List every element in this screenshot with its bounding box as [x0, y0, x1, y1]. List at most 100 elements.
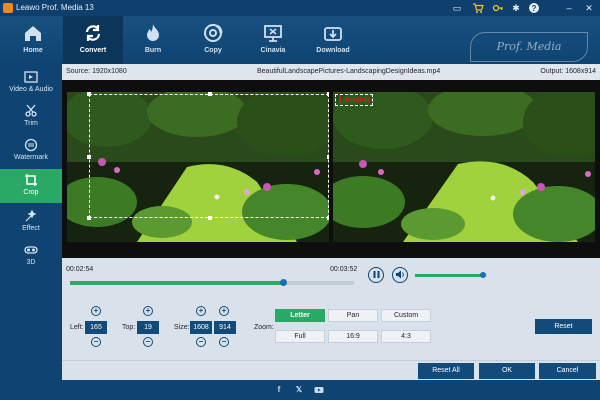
cancel-button[interactable]: Cancel: [539, 363, 596, 379]
left-value-field[interactable]: 165: [85, 321, 107, 334]
crop-handle[interactable]: [208, 216, 212, 220]
crop-handle[interactable]: [87, 216, 91, 220]
tab-convert[interactable]: Convert: [63, 16, 123, 64]
seek-handle[interactable]: [280, 279, 287, 286]
zoom-label: Zoom:: [254, 324, 274, 331]
help-icon[interactable]: ?: [528, 2, 540, 14]
trim-icon: [25, 104, 37, 117]
3d-icon: [24, 246, 38, 254]
sidebar-item-effect[interactable]: Effect: [0, 205, 62, 239]
volume-slider[interactable]: [415, 272, 487, 278]
watermark-icon: [24, 138, 38, 152]
tab-home[interactable]: Home: [3, 16, 63, 64]
tab-burn[interactable]: Burn: [123, 16, 183, 64]
height-decrease-button[interactable]: −: [219, 337, 229, 347]
pause-icon: [373, 271, 379, 278]
app-logo-icon: [3, 3, 13, 13]
volume-button[interactable]: [392, 267, 408, 283]
zoom-pan-button[interactable]: Pan: [328, 309, 378, 322]
crop-handle[interactable]: [87, 155, 91, 159]
action-bar: Reset All OK Cancel: [62, 360, 600, 380]
pause-button[interactable]: [368, 267, 384, 283]
original-preview[interactable]: [67, 92, 329, 242]
zoom-full-button[interactable]: Full: [275, 330, 325, 343]
sidebar-item-label: 3D: [26, 259, 36, 266]
zoom-16-9-button[interactable]: 16:9: [328, 330, 378, 343]
crop-handle[interactable]: [327, 155, 329, 159]
crop-handle[interactable]: [87, 92, 91, 96]
zoom-custom-button[interactable]: Custom: [381, 309, 431, 322]
video-info-bar: Source: 1920x1080 BeautifulLandscapePict…: [62, 64, 600, 80]
video-audio-icon: [24, 71, 38, 83]
watermark-text[interactable]: Leawo: [335, 94, 373, 106]
copy-icon: [204, 24, 223, 42]
tab-copy[interactable]: Copy: [183, 16, 243, 64]
width-increase-button[interactable]: +: [196, 306, 206, 316]
crop-selection-box[interactable]: [87, 92, 329, 220]
left-increase-button[interactable]: +: [91, 306, 101, 316]
total-time: 00:03:52: [330, 266, 358, 273]
x-icon[interactable]: 𝕏: [294, 385, 304, 395]
tab-label: Download: [316, 47, 350, 54]
reset-button[interactable]: Reset: [535, 319, 592, 334]
seek-bar[interactable]: [70, 279, 354, 286]
sidebar-item-label: Video & Audio: [9, 86, 53, 93]
left-decrease-button[interactable]: −: [91, 337, 101, 347]
youtube-icon[interactable]: [314, 385, 324, 395]
home-icon: [25, 26, 41, 41]
size-label: Size:: [174, 324, 190, 331]
sidebar-item-crop[interactable]: Crop: [0, 169, 62, 203]
height-value-field[interactable]: 914: [214, 321, 236, 334]
file-name: BeautifulLandscapePictures-LandscapingDe…: [257, 68, 441, 75]
tab-label: Home: [23, 47, 43, 54]
sidebar-item-3d[interactable]: 3D: [0, 239, 62, 273]
volume-level: [415, 274, 484, 277]
output-resolution: Output: 1608x914: [540, 68, 596, 75]
sidebar: Video & Audio Trim Watermark Crop Effect…: [0, 64, 62, 400]
reset-all-button[interactable]: Reset All: [418, 363, 474, 379]
playback-controls: 00:02:54 00:03:52: [62, 258, 600, 298]
crop-handle[interactable]: [208, 92, 212, 96]
zoom-4-3-button[interactable]: 4:3: [381, 330, 431, 343]
output-preview: Leawo: [333, 92, 595, 242]
sidebar-item-label: Crop: [23, 189, 39, 196]
burn-icon: [147, 24, 159, 41]
effect-icon: [25, 209, 37, 222]
sidebar-item-watermark[interactable]: Watermark: [0, 134, 62, 168]
ok-button[interactable]: OK: [479, 363, 535, 379]
height-increase-button[interactable]: +: [219, 306, 229, 316]
crop-handle[interactable]: [327, 92, 329, 96]
top-label: Top:: [122, 324, 136, 331]
close-icon[interactable]: ✕: [583, 2, 595, 14]
speaker-icon: [395, 270, 404, 279]
svg-text:?: ?: [532, 4, 537, 13]
brand-logo: Prof. Media: [470, 32, 588, 62]
crop-handle[interactable]: [327, 216, 329, 220]
tab-download[interactable]: Download: [303, 16, 363, 64]
sidebar-item-trim[interactable]: Trim: [0, 100, 62, 134]
tab-label: Burn: [144, 47, 162, 54]
cart-icon[interactable]: [472, 2, 484, 14]
width-decrease-button[interactable]: −: [196, 337, 206, 347]
sidebar-item-label: Watermark: [14, 154, 48, 161]
top-value-field[interactable]: 19: [137, 321, 159, 334]
zoom-letter-button[interactable]: Letter: [275, 309, 325, 322]
video-preview-area: Leawo: [62, 80, 600, 258]
minimize-icon[interactable]: –: [563, 2, 575, 14]
title-bar: Leawo Prof. Media 13 ▭ ✱ ? – ✕: [0, 0, 600, 16]
tab-label: Convert: [79, 47, 107, 54]
main-nav: Home Convert Burn Copy Cinavia Download …: [0, 16, 600, 64]
width-value-field[interactable]: 1608: [190, 321, 212, 334]
tab-cinavia[interactable]: Cinavia: [243, 16, 303, 64]
crop-icon: [25, 174, 37, 186]
facebook-icon[interactable]: f: [274, 385, 284, 395]
current-time: 00:02:54: [66, 266, 94, 273]
gear-icon[interactable]: ✱: [510, 2, 522, 14]
screen-icon[interactable]: ▭: [451, 2, 463, 14]
top-increase-button[interactable]: +: [143, 306, 153, 316]
app-title: Leawo Prof. Media 13: [16, 3, 94, 12]
top-decrease-button[interactable]: −: [143, 337, 153, 347]
sidebar-item-video-audio[interactable]: Video & Audio: [0, 66, 62, 100]
key-icon[interactable]: [492, 2, 504, 14]
volume-handle[interactable]: [480, 272, 487, 278]
